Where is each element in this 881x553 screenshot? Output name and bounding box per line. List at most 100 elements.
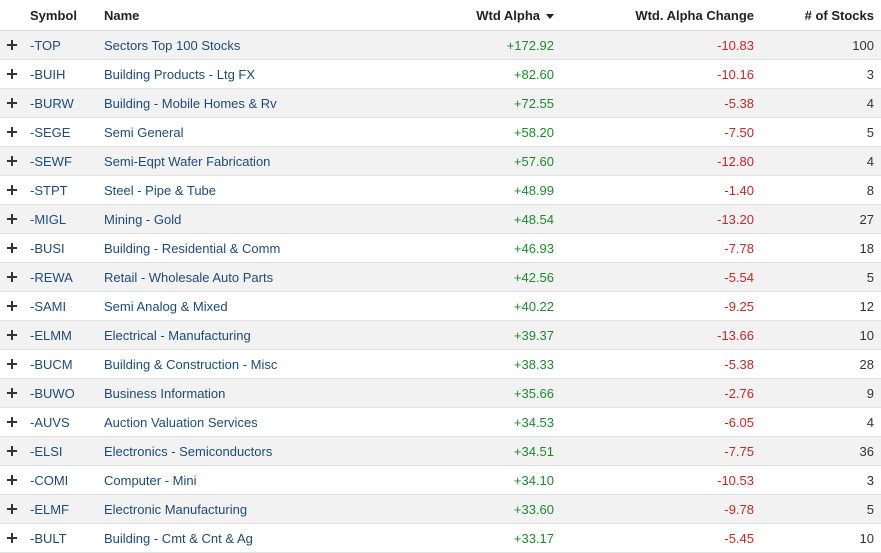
name-link[interactable]: Electrical - Manufacturing [104,328,404,343]
wtd-alpha-column-header[interactable]: Wtd Alpha [404,8,554,23]
alpha-change-value: -5.54 [724,269,754,285]
alpha-change-value: -5.38 [724,356,754,372]
symbol-link[interactable]: -BULT [24,531,104,546]
alpha-change-column-header[interactable]: Wtd. Alpha Change [554,8,754,23]
symbol-link[interactable]: -STPT [24,183,104,198]
symbol-link[interactable]: -MIGL [24,212,104,227]
name-link[interactable]: Building & Construction - Misc [104,357,404,372]
num-stocks-value: 100 [852,37,874,53]
name-link[interactable]: Building - Cmt & Cnt & Ag [104,531,404,546]
symbol-link[interactable]: -ELSI [24,444,104,459]
name-link[interactable]: Semi-Eqpt Wafer Fabrication [104,154,404,169]
symbol-link[interactable]: -SEGE [24,125,104,140]
name-link[interactable]: Electronics - Semiconductors [104,444,404,459]
expand-plus-icon[interactable] [7,156,17,166]
symbol-link[interactable]: -SAMI [24,299,104,314]
expand-cell [0,185,24,195]
table-row: -ELMF Electronic Manufacturing +33.60 -9… [0,495,881,524]
expand-cell [0,475,24,485]
expand-plus-icon[interactable] [7,272,17,282]
expand-plus-icon[interactable] [7,301,17,311]
table-row: -ELMM Electrical - Manufacturing +39.37 … [0,321,881,350]
expand-plus-icon[interactable] [7,185,17,195]
num-stocks-value: 10 [859,530,874,546]
expand-cell [0,533,24,543]
expand-plus-icon[interactable] [7,98,17,108]
name-link[interactable]: Retail - Wholesale Auto Parts [104,270,404,285]
name-link[interactable]: Electronic Manufacturing [104,502,404,517]
name-link[interactable]: Steel - Pipe & Tube [104,183,404,198]
wtd-alpha-value: +48.54 [513,211,554,227]
wtd-alpha-value: +34.53 [513,414,554,430]
symbol-link[interactable]: -BUWO [24,386,104,401]
expand-plus-icon[interactable] [7,417,17,427]
alpha-change-value: -9.78 [724,501,754,517]
name-link[interactable]: Building - Residential & Comm [104,241,404,256]
alpha-change-value: -10.16 [717,66,754,82]
table-body: -TOP Sectors Top 100 Stocks +172.92 -10.… [0,31,881,553]
name-link[interactable]: Semi General [104,125,404,140]
symbol-link[interactable]: -BUCM [24,357,104,372]
name-link[interactable]: Building Products - Ltg FX [104,67,404,82]
table-row: -BURW Building - Mobile Homes & Rv +72.5… [0,89,881,118]
wtd-alpha-value: +33.17 [513,530,554,546]
alpha-change-value: -7.75 [724,443,754,459]
expand-plus-icon[interactable] [7,40,17,50]
name-column-header[interactable]: Name [104,8,404,23]
expand-cell [0,214,24,224]
expand-cell [0,40,24,50]
symbol-link[interactable]: -TOP [24,38,104,53]
num-stocks-value: 5 [866,501,874,517]
name-link[interactable]: Business Information [104,386,404,401]
wtd-alpha-value: +172.92 [506,37,554,53]
expand-cell [0,446,24,456]
expand-cell [0,388,24,398]
wtd-alpha-header-label: Wtd Alpha [476,7,540,23]
symbol-link[interactable]: -SEWF [24,154,104,169]
name-link[interactable]: Building - Mobile Homes & Rv [104,96,404,111]
wtd-alpha-value: +48.99 [513,182,554,198]
expand-plus-icon[interactable] [7,127,17,137]
wtd-alpha-value: +34.51 [513,443,554,459]
expand-plus-icon[interactable] [7,359,17,369]
num-stocks-value: 10 [859,327,874,343]
wtd-alpha-value: +35.66 [513,385,554,401]
symbol-link[interactable]: -ELMM [24,328,104,343]
symbol-link[interactable]: -BUIH [24,67,104,82]
expand-plus-icon[interactable] [7,214,17,224]
symbol-link[interactable]: -AUVS [24,415,104,430]
expand-plus-icon[interactable] [7,504,17,514]
wtd-alpha-value: +42.56 [513,269,554,285]
wtd-alpha-value: +39.37 [513,327,554,343]
expand-plus-icon[interactable] [7,243,17,253]
expand-plus-icon[interactable] [7,388,17,398]
name-link[interactable]: Semi Analog & Mixed [104,299,404,314]
table-row: -SEWF Semi-Eqpt Wafer Fabrication +57.60… [0,147,881,176]
symbol-link[interactable]: -BUSI [24,241,104,256]
name-link[interactable]: Computer - Mini [104,473,404,488]
expand-plus-icon[interactable] [7,475,17,485]
expand-plus-icon[interactable] [7,69,17,79]
symbol-column-header[interactable]: Symbol [24,8,104,23]
alpha-change-value: -5.38 [724,95,754,111]
num-stocks-value: 18 [859,240,874,256]
symbol-link[interactable]: -BURW [24,96,104,111]
num-stocks-value: 4 [866,153,874,169]
expand-plus-icon[interactable] [7,533,17,543]
symbol-link[interactable]: -REWA [24,270,104,285]
name-link[interactable]: Mining - Gold [104,212,404,227]
wtd-alpha-value: +34.10 [513,472,554,488]
sector-ranking-table: Symbol Name Wtd Alpha Wtd. Alpha Change … [0,0,881,553]
num-stocks-value: 9 [866,385,874,401]
table-row: -BULT Building - Cmt & Cnt & Ag +33.17 -… [0,524,881,553]
name-link[interactable]: Auction Valuation Services [104,415,404,430]
num-stocks-value: 4 [866,414,874,430]
name-link[interactable]: Sectors Top 100 Stocks [104,38,404,53]
symbol-link[interactable]: -ELMF [24,502,104,517]
wtd-alpha-value: +72.55 [513,95,554,111]
num-stocks-value: 4 [866,95,874,111]
symbol-link[interactable]: -COMI [24,473,104,488]
expand-plus-icon[interactable] [7,446,17,456]
num-stocks-column-header[interactable]: # of Stocks [754,8,874,23]
expand-plus-icon[interactable] [7,330,17,340]
